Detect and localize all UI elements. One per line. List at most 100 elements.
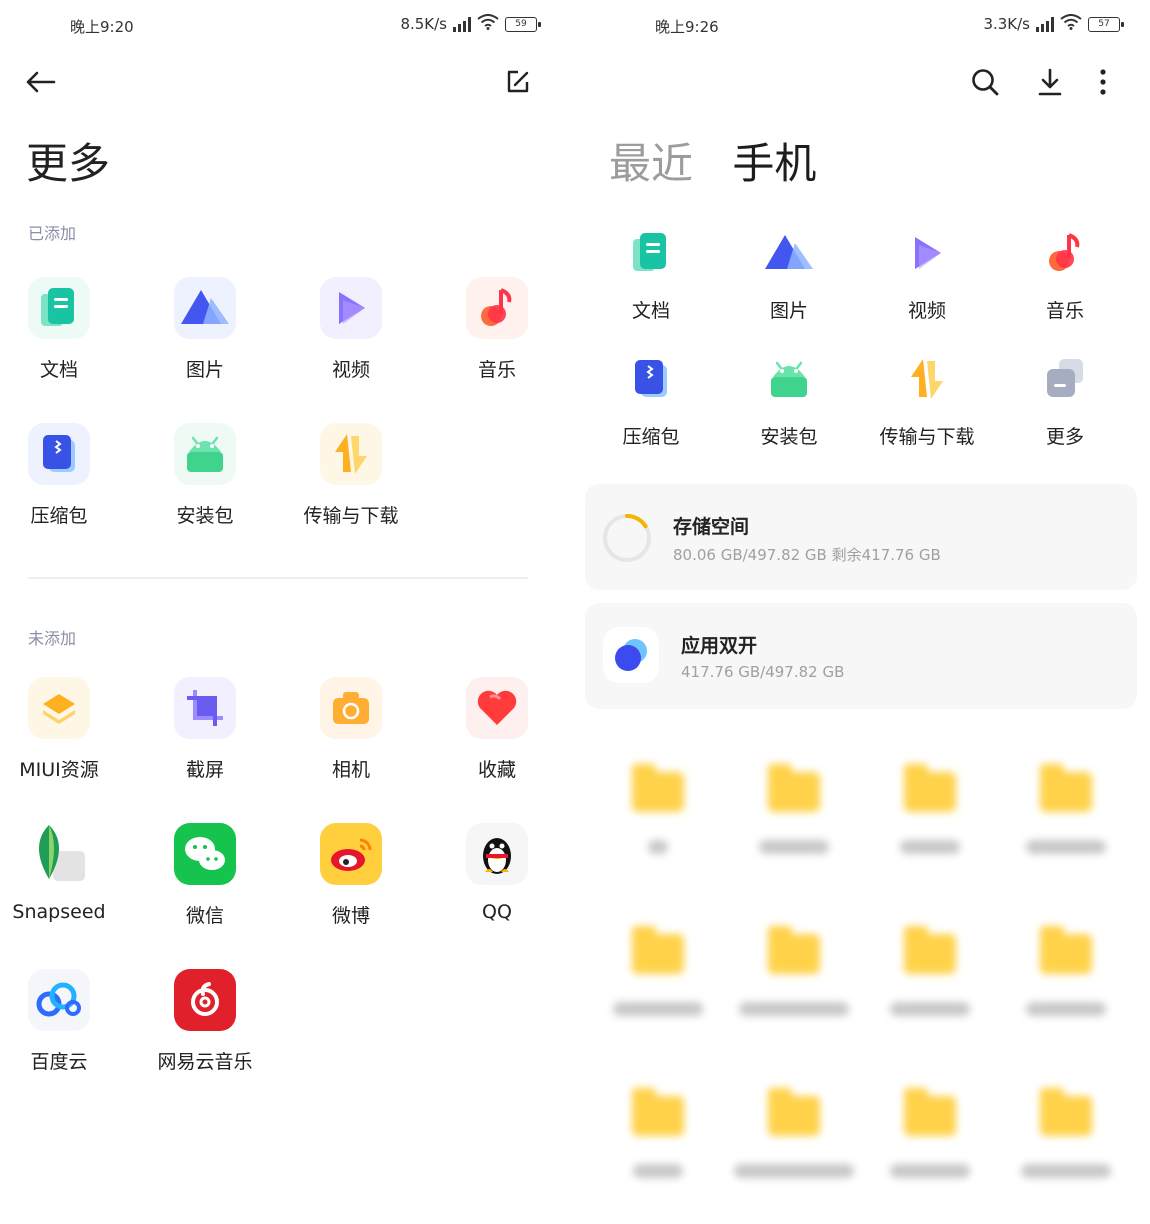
not-added-label: 微博 [331, 905, 370, 927]
folder-item[interactable] [996, 926, 1136, 1016]
not-added-label: Snapseed [12, 901, 106, 923]
zip-icon [620, 348, 682, 410]
folder-item[interactable] [724, 1088, 864, 1178]
transfer-icon [320, 423, 382, 485]
category-label: 更多 [1045, 426, 1084, 448]
folder-name [759, 840, 829, 854]
netease-music-icon [174, 969, 236, 1031]
category-item[interactable]: 图片 [719, 222, 859, 323]
video-icon [320, 277, 382, 339]
added-item[interactable]: 图片 [135, 277, 275, 382]
category-item[interactable]: 视频 [857, 222, 997, 323]
folder-name [890, 1164, 970, 1178]
android-icon [174, 423, 236, 485]
folder-item[interactable] [588, 926, 728, 1016]
search-icon [972, 69, 999, 96]
vertical-dots-icon [1100, 69, 1106, 95]
baidu-cloud-icon [28, 969, 90, 1031]
not-added-label: QQ [482, 901, 512, 923]
folder-name [648, 840, 668, 854]
android-icon [758, 348, 820, 410]
camera-icon [320, 677, 382, 739]
folder-item[interactable] [860, 926, 1000, 1016]
not-added-item[interactable]: 微博 [281, 823, 421, 928]
folder-name [890, 1002, 970, 1016]
not-added-item[interactable]: Snapseed [0, 823, 129, 923]
not-added-item[interactable]: 相机 [281, 677, 421, 782]
edit-button[interactable] [498, 62, 538, 102]
snapseed-icon [28, 823, 90, 885]
added-label: 音乐 [477, 359, 516, 381]
back-button[interactable] [20, 62, 60, 102]
not-added-item[interactable]: 百度云 [0, 969, 129, 1074]
download-button[interactable] [1030, 62, 1070, 102]
added-label: 文档 [39, 359, 78, 381]
not-added-item[interactable]: 收藏 [427, 677, 555, 782]
music-icon [466, 277, 528, 339]
category-item[interactable]: 更多 [995, 348, 1135, 449]
folder-item[interactable] [996, 1088, 1136, 1178]
signal-icon [1036, 16, 1054, 32]
not-added-item[interactable]: 微信 [135, 823, 275, 928]
not-added-item[interactable]: QQ [427, 823, 555, 923]
folder-item[interactable] [860, 764, 1000, 854]
folder-icon [632, 1088, 684, 1136]
added-item[interactable]: 安装包 [135, 423, 275, 528]
tab-phone[interactable]: 手机 [732, 139, 816, 188]
edit-icon [507, 70, 529, 93]
folder-name [900, 840, 960, 854]
added-label: 视频 [331, 359, 370, 381]
folder-name [734, 1164, 854, 1178]
more-options-button[interactable] [1083, 62, 1123, 102]
not-added-item[interactable]: 网易云音乐 [135, 969, 275, 1074]
folder-item[interactable] [588, 764, 728, 854]
not-added-item[interactable]: MIUI资源 [0, 677, 129, 782]
storage-card[interactable]: 存储空间 80.06 GB/497.82 GB 剩余417.76 GB [585, 484, 1137, 590]
transfer-icon [896, 348, 958, 410]
tab-recent[interactable]: 最近 [609, 139, 693, 188]
added-item[interactable]: 视频 [281, 277, 421, 382]
folder-item[interactable] [724, 926, 864, 1016]
folder-item[interactable] [588, 1088, 728, 1178]
added-item[interactable]: 压缩包 [0, 423, 129, 528]
added-item[interactable]: 传输与下载 [281, 423, 421, 528]
page-title: 更多 [26, 139, 111, 188]
added-item[interactable]: 音乐 [427, 277, 555, 382]
category-item[interactable]: 音乐 [995, 222, 1135, 323]
folder-item[interactable] [996, 764, 1136, 854]
not-added-item[interactable]: 截屏 [135, 677, 275, 782]
qq-icon [466, 823, 528, 885]
document-icon [28, 277, 90, 339]
category-item[interactable]: 文档 [581, 222, 721, 323]
tab-bar: 最近 手机 [609, 130, 842, 191]
status-time: 晚上9:20 [70, 18, 134, 36]
folder-icon [768, 764, 820, 812]
folder-name [1026, 1002, 1106, 1016]
folder-name [1021, 1164, 1111, 1178]
back-arrow-icon [26, 71, 56, 93]
not-added-label: 相机 [331, 759, 370, 781]
dual-app-card[interactable]: 应用双开 417.76 GB/497.82 GB [585, 603, 1137, 709]
status-time: 晚上9:26 [655, 18, 719, 36]
music-icon [1034, 222, 1096, 284]
category-item[interactable]: 传输与下载 [857, 348, 997, 449]
category-label: 安装包 [760, 426, 818, 448]
status-bar: 晚上9:26 3.3K/s 57 [575, 12, 1150, 38]
not-added-label: MIUI资源 [19, 759, 99, 781]
category-item[interactable]: 安装包 [719, 348, 859, 449]
video-icon [896, 222, 958, 284]
folder-name [633, 1164, 683, 1178]
dual-app-title: 应用双开 [681, 635, 758, 657]
folder-icon [1040, 926, 1092, 974]
wifi-icon [1060, 14, 1082, 34]
folder-item[interactable] [860, 1088, 1000, 1178]
search-button[interactable] [965, 62, 1005, 102]
folder-icon [1040, 764, 1092, 812]
image-icon [174, 277, 236, 339]
added-item[interactable]: 文档 [0, 277, 129, 382]
not-added-label: 收藏 [477, 759, 516, 781]
not-added-label: 百度云 [30, 1051, 88, 1073]
added-label: 压缩包 [30, 505, 88, 527]
category-item[interactable]: 压缩包 [581, 348, 721, 449]
folder-item[interactable] [724, 764, 864, 854]
